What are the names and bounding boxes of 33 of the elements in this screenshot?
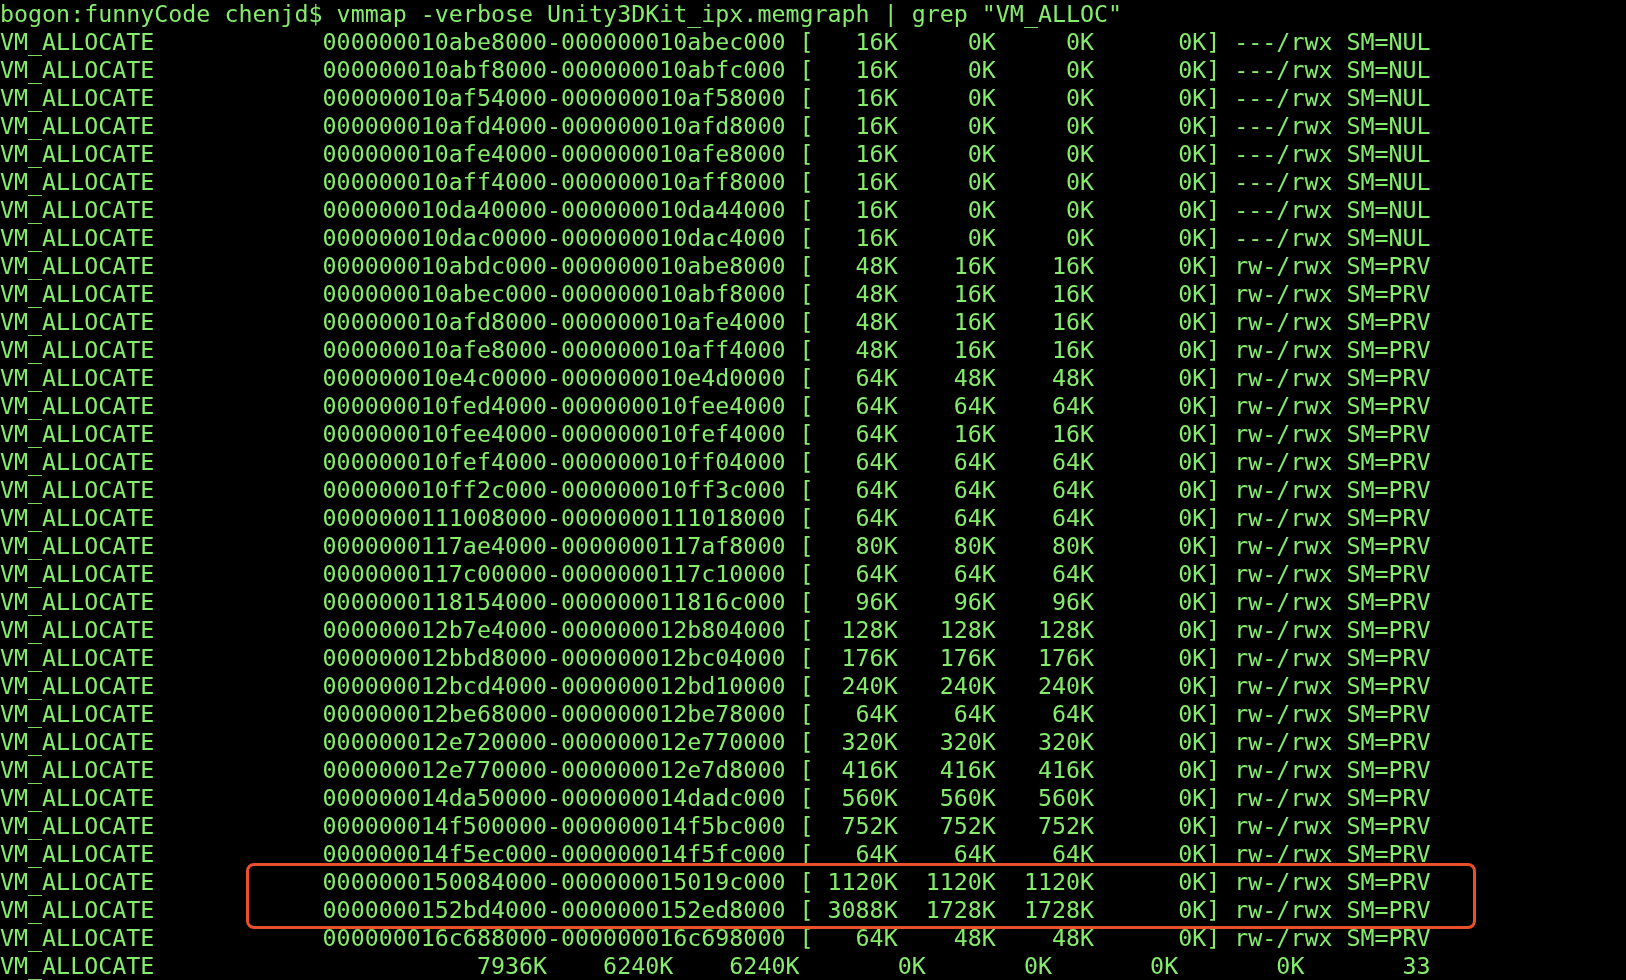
terminal-line: VM_ALLOCATE 000000012e720000-000000012e770000 [ 320K 320K 320K 0K] rw-/rwx SM=PRV: [0, 728, 1431, 756]
terminal-line: VM_ALLOCATE 000000010fee4000-000000010fef4000 [ 64K 16K 16K 0K] rw-/rwx SM=PRV: [0, 420, 1431, 448]
terminal-line: VM_ALLOCATE 000000010fef4000-000000010ff04000 [ 64K 64K 64K 0K] rw-/rwx SM=PRV: [0, 448, 1431, 476]
terminal-line: VM_ALLOCATE 0000000117c00000-0000000117c10000 [ 64K 64K 64K 0K] rw-/rwx SM=PRV: [0, 560, 1431, 588]
terminal-line: VM_ALLOCATE 0000000117ae4000-0000000117af8000 [ 80K 80K 80K 0K] rw-/rwx SM=PRV: [0, 532, 1431, 560]
terminal-line: VM_ALLOCATE 000000010afd8000-000000010afe4000 [ 48K 16K 16K 0K] rw-/rwx SM=PRV: [0, 308, 1431, 336]
terminal-line: VM_ALLOCATE 000000010fed4000-000000010fee4000 [ 64K 64K 64K 0K] rw-/rwx SM=PRV: [0, 392, 1431, 420]
terminal-line: VM_ALLOCATE 000000012bcd4000-000000012bd10000 [ 240K 240K 240K 0K] rw-/rwx SM=PRV: [0, 672, 1431, 700]
terminal-line: VM_ALLOCATE 000000010ff2c000-000000010ff3c000 [ 64K 64K 64K 0K] rw-/rwx SM=PRV: [0, 476, 1431, 504]
terminal-line: VM_ALLOCATE 0000000111008000-0000000111018000 [ 64K 64K 64K 0K] rw-/rwx SM=PRV: [0, 504, 1431, 532]
command-line: bogon:funnyCode chenjd$ vmmap -verbose Unity3DKit_ipx.memgraph | grep "VM_ALLOC": [0, 0, 1123, 28]
terminal-line: VM_ALLOCATE 000000010afe8000-000000010aff4000 [ 48K 16K 16K 0K] rw-/rwx SM=PRV: [0, 336, 1431, 364]
terminal-line: VM_ALLOCATE 000000010dac0000-000000010dac4000 [ 16K 0K 0K 0K] ---/rwx SM=NUL: [0, 224, 1431, 252]
terminal-line: VM_ALLOCATE 000000010abe8000-000000010abec000 [ 16K 0K 0K 0K] ---/rwx SM=NUL: [0, 28, 1431, 56]
terminal-line: VM_ALLOCATE 000000010afd4000-000000010afd8000 [ 16K 0K 0K 0K] ---/rwx SM=NUL: [0, 112, 1431, 140]
terminal-line: VM_ALLOCATE 7936K 6240K 6240K 0K 0K 0K 0K 33: [0, 952, 1431, 980]
terminal-line: VM_ALLOCATE 0000000150084000-000000015019c000 [ 1120K 1120K 1120K 0K] rw-/rwx SM=PRV: [0, 868, 1431, 896]
terminal-line: VM_ALLOCATE 000000010e4c0000-000000010e4d0000 [ 64K 48K 48K 0K] rw-/rwx SM=PRV: [0, 364, 1431, 392]
terminal-line: VM_ALLOCATE 000000010aff4000-000000010aff8000 [ 16K 0K 0K 0K] ---/rwx SM=NUL: [0, 168, 1431, 196]
terminal-line: VM_ALLOCATE 000000010abf8000-000000010abfc000 [ 16K 0K 0K 0K] ---/rwx SM=NUL: [0, 56, 1431, 84]
terminal-line: VM_ALLOCATE 000000010afe4000-000000010afe8000 [ 16K 0K 0K 0K] ---/rwx SM=NUL: [0, 140, 1431, 168]
terminal-line: VM_ALLOCATE 0000000118154000-000000011816c000 [ 96K 96K 96K 0K] rw-/rwx SM=PRV: [0, 588, 1431, 616]
terminal-line: VM_ALLOCATE 000000010af54000-000000010af58000 [ 16K 0K 0K 0K] ---/rwx SM=NUL: [0, 84, 1431, 112]
terminal-line: VM_ALLOCATE 000000012b7e4000-000000012b804000 [ 128K 128K 128K 0K] rw-/rwx SM=PRV: [0, 616, 1431, 644]
terminal-line: VM_ALLOCATE 000000012bbd8000-000000012bc04000 [ 176K 176K 176K 0K] rw-/rwx SM=PRV: [0, 644, 1431, 672]
terminal-line: VM_ALLOCATE 000000014f500000-000000014f5bc000 [ 752K 752K 752K 0K] rw-/rwx SM=PRV: [0, 812, 1431, 840]
terminal-line: VM_ALLOCATE 000000014da50000-000000014dadc000 [ 560K 560K 560K 0K] rw-/rwx SM=PRV: [0, 784, 1431, 812]
terminal-line: VM_ALLOCATE 000000010da40000-000000010da44000 [ 16K 0K 0K 0K] ---/rwx SM=NUL: [0, 196, 1431, 224]
terminal-line: VM_ALLOCATE 000000010abec000-000000010abf8000 [ 48K 16K 16K 0K] rw-/rwx SM=PRV: [0, 280, 1431, 308]
terminal-line: VM_ALLOCATE 000000010abdc000-000000010abe8000 [ 48K 16K 16K 0K] rw-/rwx SM=PRV: [0, 252, 1431, 280]
terminal-line: VM_ALLOCATE 000000012e770000-000000012e7d8000 [ 416K 416K 416K 0K] rw-/rwx SM=PRV: [0, 756, 1431, 784]
terminal-line: VM_ALLOCATE 0000000152bd4000-0000000152ed8000 [ 3088K 1728K 1728K 0K] rw-/rwx SM=PRV: [0, 896, 1431, 924]
terminal-line: VM_ALLOCATE 000000012be68000-000000012be78000 [ 64K 64K 64K 0K] rw-/rwx SM=PRV: [0, 700, 1431, 728]
